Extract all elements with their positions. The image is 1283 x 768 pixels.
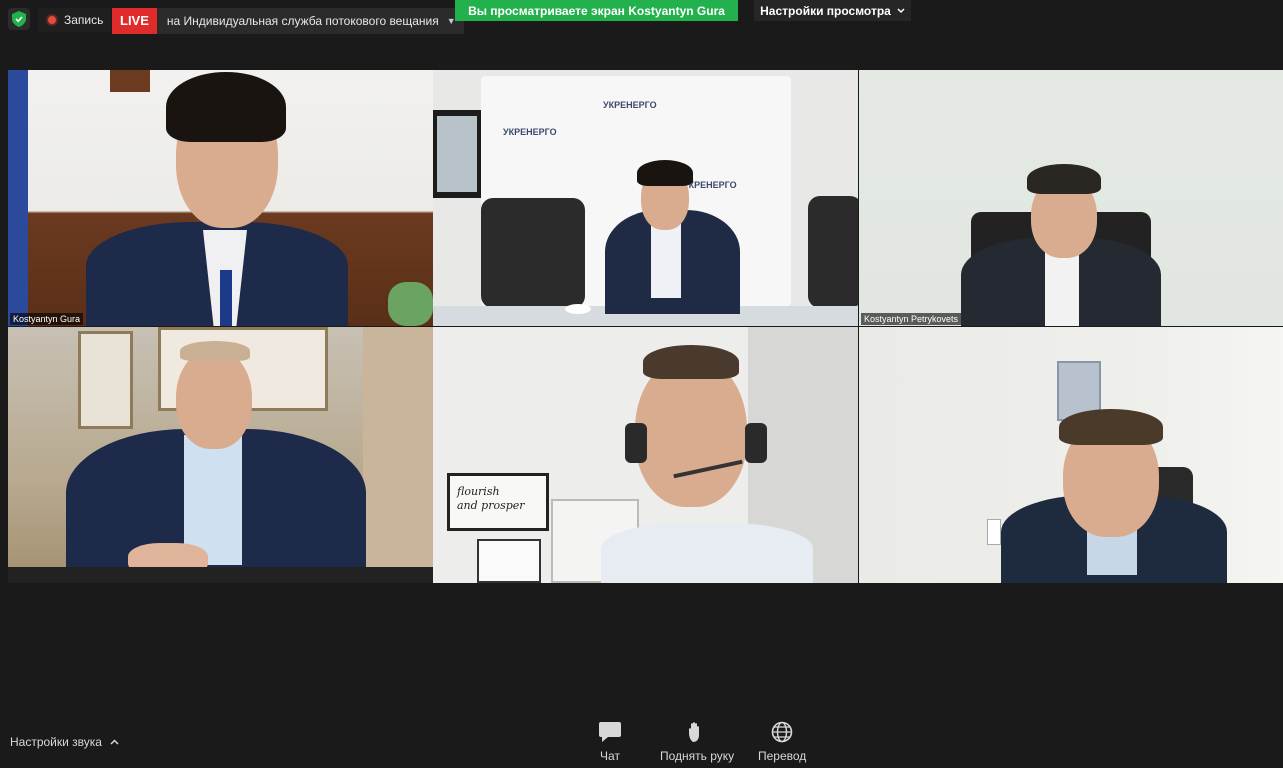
translate-label: Перевод [758, 749, 807, 763]
live-stream-dropdown[interactable]: LIVE на Индивидуальная служба потокового… [112, 8, 464, 34]
globe-icon [771, 721, 793, 743]
recording-indicator[interactable]: Запись [38, 8, 112, 32]
video-tile-3[interactable]: Kostyantyn Petrykovets [859, 70, 1283, 326]
chevron-down-icon [897, 7, 905, 13]
raise-hand-icon [689, 722, 700, 742]
live-stream-text: на Индивидуальная служба потокового веща… [166, 14, 439, 28]
translate-button[interactable]: Перевод [758, 721, 806, 763]
live-badge: LIVE [112, 8, 157, 34]
chat-button[interactable]: Чат [598, 721, 622, 763]
view-options-label: Настройки просмотра [760, 3, 891, 18]
view-options-button[interactable]: Настройки просмотра [754, 0, 911, 21]
backdrop-logo-text: УКРЕНЕРГО [503, 127, 557, 137]
poster-text: flourish and prosper [457, 485, 525, 512]
security-shield-icon[interactable] [8, 8, 30, 30]
video-tile-2[interactable]: УКРЕНЕРГО УКРЕНЕРГО УКРЕНЕРГО [433, 70, 858, 326]
video-tile-4[interactable] [8, 327, 433, 583]
audio-settings-button[interactable]: Настройки звука [10, 735, 119, 749]
record-label: Запись [64, 13, 104, 27]
video-gallery: Kostyantyn Gura УКРЕНЕРГО УКРЕНЕРГО УКРЕ… [8, 70, 1283, 583]
participant-name: Kostyantyn Gura [10, 313, 84, 325]
meeting-toolbar: Настройки звука Чат Поднять руку Перевод [0, 705, 1283, 768]
record-dot-icon [46, 14, 58, 26]
chat-bubble-icon [599, 722, 621, 742]
screen-share-banner: Вы просматриваете экран Kostyantyn Gura [455, 0, 738, 21]
raise-hand-label: Поднять руку [660, 749, 735, 763]
chat-label: Чат [600, 749, 620, 763]
participant-name: Kostyantyn Petrykovets [861, 313, 962, 325]
chevron-up-icon [110, 739, 119, 745]
raise-hand-button[interactable]: Поднять руку [660, 721, 734, 763]
audio-settings-label: Настройки звука [10, 735, 102, 749]
video-tile-6[interactable] [859, 327, 1283, 583]
video-tile-1[interactable]: Kostyantyn Gura [8, 70, 433, 326]
meeting-topbar: Запись LIVE на Индивидуальная служба пот… [0, 0, 1283, 40]
backdrop-logo-text: УКРЕНЕРГО [603, 100, 657, 110]
video-tile-5[interactable]: flourish and prosper [433, 327, 858, 583]
